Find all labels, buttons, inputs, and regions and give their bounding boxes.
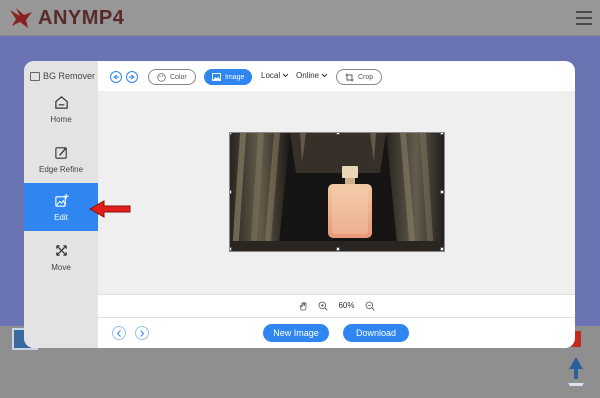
new-image-button[interactable]: New Image [263, 324, 329, 342]
sidebar-item-move[interactable]: Move [24, 233, 98, 281]
move-icon [55, 244, 67, 256]
redo-icon [129, 74, 135, 80]
home-icon [54, 95, 68, 109]
image-icon [212, 73, 221, 81]
resize-handle[interactable] [230, 190, 232, 194]
sidebar-item-label: Edit [54, 212, 68, 222]
zoom-out-icon[interactable] [365, 301, 375, 311]
chevron-down-icon [321, 73, 328, 78]
local-dropdown-label: Local [261, 71, 281, 80]
edit-image-icon [54, 193, 69, 207]
color-button-label: Color [170, 73, 187, 81]
crop-icon [345, 73, 354, 81]
next-button[interactable] [135, 326, 149, 340]
sidebar-title: BG Remover [30, 71, 95, 81]
crop-button[interactable]: Crop [336, 69, 383, 85]
hand-pan-icon[interactable] [298, 301, 308, 311]
image-icon [30, 71, 40, 81]
crop-button-label: Crop [358, 73, 374, 81]
image-button[interactable]: Image [204, 69, 253, 85]
resize-handle[interactable] [230, 133, 232, 135]
sidebar-title-text: BG Remover [43, 71, 96, 81]
background-tool-icon [568, 357, 584, 386]
product-image[interactable] [229, 132, 445, 252]
online-dropdown-label: Online [296, 71, 320, 80]
resize-handle[interactable] [440, 247, 444, 251]
zoom-in-icon[interactable] [318, 301, 329, 311]
site-header: ANYMP4 [0, 0, 600, 36]
resize-handle[interactable] [336, 133, 340, 135]
download-button[interactable]: Download [343, 324, 409, 342]
sidebar-item-home[interactable]: Home [24, 85, 98, 133]
menu-icon[interactable] [576, 11, 592, 25]
edge-refine-icon [54, 146, 67, 159]
undo-button[interactable] [110, 71, 122, 83]
resize-handle[interactable] [440, 190, 444, 194]
perfume-photo [230, 133, 444, 251]
zoom-bar: 60% [98, 294, 575, 316]
resize-handle[interactable] [440, 133, 444, 135]
resize-handle[interactable] [336, 247, 340, 251]
online-dropdown[interactable]: Online [296, 71, 328, 80]
logo-bird-icon [10, 8, 32, 28]
palette-icon [157, 72, 166, 82]
sidebar-item-label: Edge Refine [38, 164, 84, 174]
sidebar-item-edit[interactable]: Edit [24, 183, 98, 231]
previous-button[interactable] [112, 326, 126, 340]
editing-canvas[interactable] [98, 91, 575, 294]
chevron-down-icon [282, 73, 289, 78]
sidebar-item-label: Home [50, 114, 72, 124]
chevron-left-icon [116, 329, 121, 337]
zoom-level: 60% [338, 301, 355, 310]
logo-text: ANYMP4 [38, 6, 125, 29]
sidebar: BG Remover Home Edge Refine Edit Move [24, 61, 98, 348]
sidebar-item-label: Move [51, 262, 71, 272]
modal-footer: New Image Download [98, 317, 575, 348]
chevron-right-icon [140, 329, 145, 337]
redo-button[interactable] [126, 71, 138, 83]
local-dropdown[interactable]: Local [261, 71, 289, 80]
sidebar-item-edge-refine[interactable]: Edge Refine [24, 135, 98, 183]
image-button-label: Image [225, 73, 245, 81]
annotation-arrow-icon [88, 200, 131, 218]
resize-handle[interactable] [230, 247, 232, 251]
color-button[interactable]: Color [148, 69, 196, 85]
toolbar: Color Image Local Online Crop [98, 61, 575, 91]
undo-icon [113, 74, 119, 80]
site-logo[interactable]: ANYMP4 [8, 6, 124, 30]
